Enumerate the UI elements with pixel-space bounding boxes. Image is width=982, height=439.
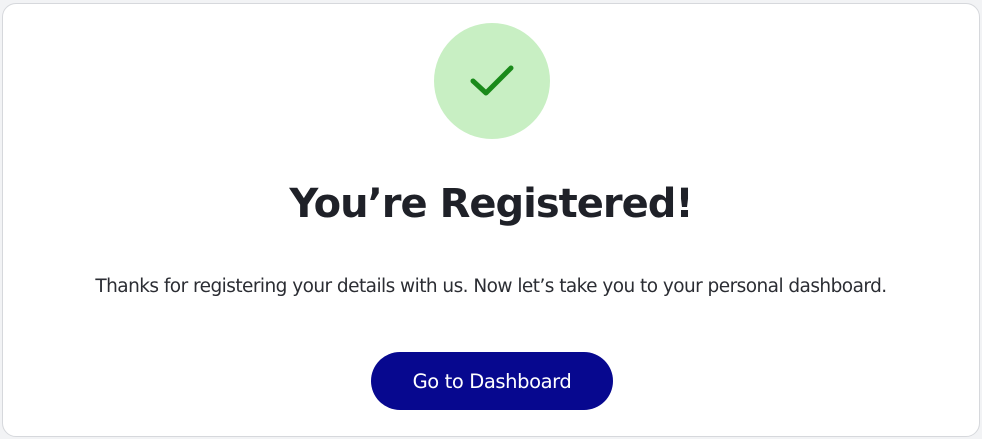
page-title: You’re Registered! <box>289 181 693 227</box>
checkmark-icon <box>470 65 514 96</box>
go-to-dashboard-button[interactable]: Go to Dashboard <box>371 352 613 410</box>
confirmation-message: Thanks for registering your details with… <box>95 276 887 297</box>
registration-success-card: You’re Registered! Thanks for registerin… <box>2 3 980 437</box>
success-badge <box>434 23 550 139</box>
